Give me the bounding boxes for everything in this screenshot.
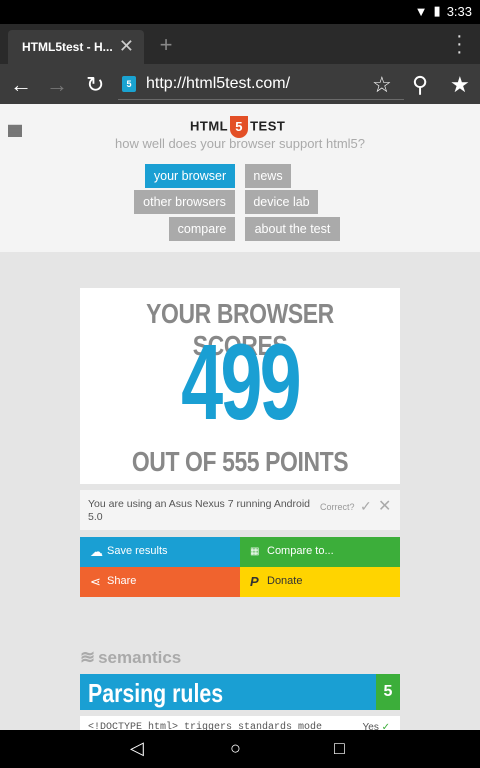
- nav-news[interactable]: news: [245, 164, 291, 188]
- tab-title: HTML5test - H...: [22, 40, 113, 54]
- reject-close-icon[interactable]: ✕: [378, 496, 391, 516]
- logo-text-left: HTML: [190, 118, 229, 134]
- new-tab-button[interactable]: +: [150, 32, 182, 60]
- back-nav-icon[interactable]: ◁: [130, 738, 144, 759]
- address-bar[interactable]: 5 http://html5test.com/: [118, 70, 404, 100]
- page-content: ▬ ▬ ▬ HTML 5 TEST how well does your browser…: [0, 104, 480, 730]
- recents-nav-icon[interactable]: □: [334, 738, 345, 759]
- section-heading: ≋ semantics: [80, 647, 181, 668]
- site-tagline: how well does your browser support html5…: [114, 136, 365, 151]
- parsing-rules-score: 5: [376, 674, 400, 710]
- status-bar: ▼ ▮ 3:33: [0, 0, 480, 24]
- clock: 3:33: [446, 3, 472, 19]
- parsing-rules-title: Parsing rules: [88, 678, 224, 708]
- reload-icon[interactable]: ↻: [86, 72, 104, 98]
- compare-to-button[interactable]: ▦ Compare to...: [240, 537, 400, 567]
- score-value: 499: [181, 321, 302, 442]
- donate-button[interactable]: P Donate: [240, 567, 400, 597]
- share-button[interactable]: ⋖ Share: [80, 567, 240, 597]
- url-text[interactable]: http://html5test.com/: [146, 75, 290, 93]
- parsing-rules-header[interactable]: Parsing rules 5: [80, 674, 400, 710]
- html5-site-icon: 5: [122, 76, 136, 92]
- forward-icon[interactable]: →: [46, 72, 68, 98]
- wifi-icon: ▼: [414, 3, 428, 19]
- bookmarks-icon[interactable]: ★: [450, 72, 470, 98]
- hamburger-menu-icon[interactable]: ▬ ▬ ▬: [8, 117, 22, 139]
- logo-text-right: TEST: [250, 118, 286, 134]
- tab-bar: HTML5test - H... ✕ + · · ·: [0, 24, 480, 64]
- system-nav-bar: ◁ ○ □: [0, 730, 480, 768]
- nav-compare[interactable]: compare: [169, 217, 235, 241]
- device-info: You are using an Asus Nexus 7 running An…: [80, 490, 400, 530]
- overflow-menu-icon[interactable]: · · ·: [456, 26, 463, 62]
- correct-label: Correct?: [320, 502, 355, 512]
- nav-your-browser[interactable]: your browser: [145, 164, 235, 188]
- site-logo[interactable]: HTML 5 TEST: [190, 116, 285, 138]
- test-row-text: <!DOCTYPE html> triggers standards mode: [88, 722, 323, 730]
- paypal-icon: P: [250, 574, 259, 589]
- back-icon[interactable]: ←: [10, 72, 32, 98]
- share-label: Share: [107, 575, 137, 587]
- donate-label: Donate: [267, 575, 303, 587]
- grid-icon: ▦: [250, 546, 260, 557]
- cloud-upload-icon: ☁: [90, 544, 103, 559]
- search-icon[interactable]: ⚲: [412, 72, 428, 98]
- check-icon: ✓: [381, 722, 390, 730]
- device-text: You are using an Asus Nexus 7 running An…: [88, 498, 311, 523]
- home-nav-icon[interactable]: ○: [230, 738, 241, 759]
- save-results-label: Save results: [107, 545, 168, 557]
- save-results-button[interactable]: ☁ Save results: [80, 537, 240, 567]
- bookmark-star-icon[interactable]: ☆: [372, 72, 392, 98]
- semantics-layers-icon: ≋: [80, 647, 96, 667]
- site-header: ▬ ▬ ▬ HTML 5 TEST how well does your browser…: [0, 104, 480, 252]
- confirm-check-icon[interactable]: ✓: [360, 498, 372, 515]
- nav-about[interactable]: about the test: [245, 217, 340, 241]
- test-row-result: Yes ✓: [363, 722, 391, 730]
- browser-tab[interactable]: HTML5test - H... ✕: [8, 30, 144, 64]
- compare-to-label: Compare to...: [267, 545, 334, 557]
- score-card: YOUR BROWSER SCORES 499 OUT OF 555 POINT…: [80, 288, 400, 484]
- section-name: semantics: [98, 648, 182, 667]
- html5-shield-icon: 5: [230, 116, 249, 138]
- browser-toolbar: ← → ↻ 5 http://html5test.com/ ☆ ⚲ ★: [0, 64, 480, 104]
- score-out-of: OUT OF 555 POINTS: [131, 446, 349, 477]
- test-row: <!DOCTYPE html> triggers standards mode …: [80, 716, 400, 730]
- nav-device-lab[interactable]: device lab: [245, 190, 318, 214]
- nav-other-browsers[interactable]: other browsers: [134, 190, 235, 214]
- close-tab-icon[interactable]: ✕: [119, 36, 134, 57]
- battery-icon: ▮: [433, 3, 441, 18]
- share-icon: ⋖: [90, 574, 101, 589]
